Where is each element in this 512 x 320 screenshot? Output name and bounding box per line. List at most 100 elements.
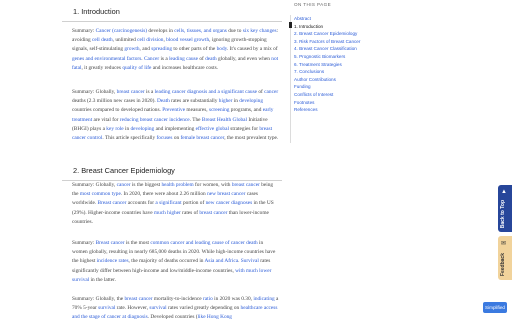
- inline-link[interactable]: Asia and Africa: [205, 258, 239, 264]
- inline-link[interactable]: breast cancer: [232, 182, 260, 188]
- toc-item[interactable]: Funding: [294, 83, 360, 91]
- inline-link[interactable]: Breast Health Global: [202, 117, 247, 123]
- paragraph-text: , the majority of deaths occurred in: [128, 258, 205, 265]
- toc-item[interactable]: Conflicts of Interest: [294, 91, 360, 99]
- paragraph-text: accounts for: [126, 200, 156, 207]
- back-to-top-label: Back to Top: [500, 199, 506, 228]
- inline-link[interactable]: Breast cancer: [98, 200, 127, 206]
- inline-link[interactable]: focuses: [156, 135, 172, 141]
- inline-link[interactable]: Preventive: [162, 107, 185, 113]
- inline-link[interactable]: common cancer and leading cause of cance…: [150, 240, 257, 246]
- inline-link[interactable]: blood vessel growth: [166, 37, 209, 43]
- inline-link[interactable]: growth: [124, 46, 139, 52]
- inline-link[interactable]: cell death: [92, 37, 113, 43]
- inline-link[interactable]: new breast cancer: [207, 191, 245, 197]
- inline-link[interactable]: Cancer (carcinogenesis): [96, 28, 147, 34]
- inline-link[interactable]: body: [217, 46, 227, 52]
- toc-title: ON THIS PAGE: [294, 2, 332, 7]
- summary-paragraph-2: Summary: Globally, breast cancer is a le…: [72, 88, 280, 143]
- chat-icon: ✉: [501, 241, 507, 247]
- paragraph-text: in 2020 was 0.30,: [212, 296, 254, 302]
- toc-item[interactable]: Footnotes: [294, 99, 360, 107]
- inline-link[interactable]: screening: [209, 107, 229, 113]
- table-of-contents: ON THIS PAGE Abstract 1. Introduction 2. B…: [288, 0, 408, 320]
- inline-link[interactable]: incidence rates: [97, 258, 129, 264]
- toc-item[interactable]: 3. Risk Factors of Breast Cancer: [294, 38, 360, 46]
- feedback-label: Feedback: [500, 252, 506, 276]
- inline-link[interactable]: developing: [239, 98, 263, 104]
- toc-item[interactable]: 1. Introduction: [294, 23, 360, 31]
- paragraph-text: . The: [189, 116, 202, 123]
- inline-link[interactable]: ratio: [203, 296, 213, 302]
- paragraph-text: is the most: [124, 240, 151, 246]
- toc-item[interactable]: 5. Prognostic Biomarkers: [294, 53, 360, 61]
- paragraph-text: , unlimited: [112, 37, 138, 44]
- inline-link[interactable]: Breast cancer: [96, 240, 125, 246]
- toc-item[interactable]: 2. Breast Cancer Epidemiology: [294, 30, 360, 38]
- paragraph-text: Summary: Globally,: [72, 89, 117, 95]
- paragraph-text: measures,: [185, 107, 209, 114]
- inline-link[interactable]: cell division: [137, 37, 163, 43]
- inline-link[interactable]: leading cancer diagnosis and a significa…: [155, 89, 257, 95]
- inline-link[interactable]: developing: [130, 126, 154, 132]
- paragraph-text: develops in: [147, 28, 175, 34]
- inline-link[interactable]: higher: [219, 98, 233, 104]
- toc-item[interactable]: 6. Treatment Strategies: [294, 61, 360, 69]
- inline-link[interactable]: a significant: [155, 200, 181, 206]
- inline-link[interactable]: six key changes: [243, 28, 277, 34]
- paragraph-text: , and: [139, 46, 152, 53]
- paragraph-text: rates of: [180, 209, 200, 216]
- paragraph-text: portion of: [181, 200, 206, 207]
- inline-link[interactable]: Cancer: [144, 56, 159, 62]
- paragraph-text: rates are substantially: [169, 98, 219, 105]
- inline-link[interactable]: cancer: [264, 89, 278, 95]
- paragraph-text: Summary: Globally,: [72, 182, 117, 188]
- inline-link[interactable]: key role: [106, 126, 123, 132]
- inline-link[interactable]: spreading: [151, 46, 172, 52]
- feedback-button[interactable]: ✉ Feedback: [498, 236, 512, 280]
- simplified-button[interactable]: Simplified: [483, 302, 507, 313]
- inline-link[interactable]: cells, tissues, and organs: [174, 28, 227, 34]
- inline-link[interactable]: Death: [157, 98, 170, 104]
- inline-link[interactable]: effective global: [196, 126, 229, 132]
- inline-link[interactable]: reducing breast cancer incidence: [120, 117, 190, 123]
- paragraph-text: on: [172, 135, 181, 142]
- paragraph-text: and increases healthcare costs.: [151, 64, 219, 71]
- inline-link[interactable]: cancer: [117, 182, 131, 188]
- inline-link[interactable]: breast cancer: [125, 296, 153, 302]
- paragraph-text: . Developed countries (: [147, 314, 198, 320]
- toc-item[interactable]: References: [294, 106, 360, 114]
- inline-link[interactable]: genes and environmental factors: [72, 56, 141, 62]
- inline-link[interactable]: much higher: [154, 210, 181, 216]
- paragraph-text: countries compared to developed nations.: [72, 107, 163, 114]
- inline-link[interactable]: most common type: [80, 191, 121, 197]
- back-to-top-button[interactable]: ▲ Back to Top: [498, 185, 512, 232]
- inline-link[interactable]: female breast cancer: [181, 135, 225, 141]
- paragraph-text: mortality-to-incidence: [152, 296, 203, 302]
- toc-item[interactable]: 4. Breast Cancer Classification: [294, 45, 360, 53]
- paragraph-text: rate. However,: [115, 305, 150, 312]
- inline-link[interactable]: health problem: [161, 182, 193, 188]
- paragraph-text: rates varied greatly depending on: [166, 305, 241, 312]
- inline-link[interactable]: death: [205, 56, 217, 62]
- section-epidemiology: 2. Breast Cancer Epidemiology: [62, 164, 282, 181]
- toc-item[interactable]: Author Contributions: [294, 76, 360, 84]
- toc-item[interactable]: Abstract: [294, 15, 360, 23]
- paragraph-text: are vital for: [92, 116, 120, 123]
- paragraph-text: globally, and even when: [216, 55, 272, 62]
- inline-link[interactable]: leading cause: [169, 56, 198, 62]
- inline-link[interactable]: breast cancer: [117, 89, 145, 95]
- inline-link[interactable]: indicating: [253, 296, 274, 302]
- inline-link[interactable]: survival: [98, 305, 115, 311]
- inline-link[interactable]: Survival: [241, 258, 259, 264]
- toc-rail: [290, 15, 291, 143]
- inline-link[interactable]: quality of life: [122, 65, 151, 71]
- toc-item[interactable]: 7. Conclusions: [294, 68, 360, 76]
- inline-link[interactable]: new cancer diagnoses: [206, 200, 253, 206]
- inline-link[interactable]: like Hong Kong: [198, 314, 232, 320]
- section-introduction: 1. Introduction: [62, 5, 282, 22]
- paragraph-text: . It's caused by a mix of: [226, 46, 278, 53]
- inline-link[interactable]: survival: [149, 305, 166, 311]
- inline-link[interactable]: breast cancer: [199, 210, 227, 216]
- paragraph-text: . In 2020, there were about 2.26 million: [120, 191, 208, 198]
